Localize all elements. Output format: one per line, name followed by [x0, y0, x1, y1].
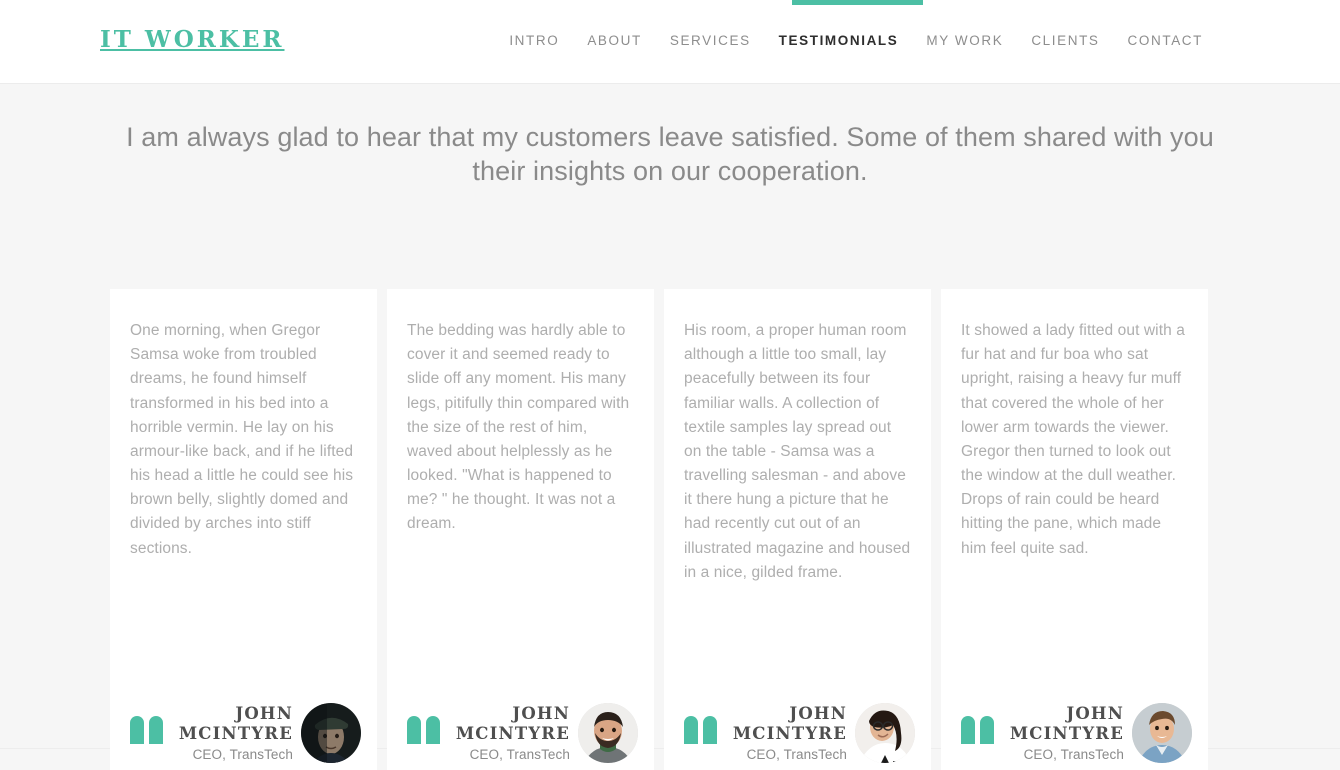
- testimonial-author-block: JOHN MCINTYRE CEO, TransTech: [995, 704, 1132, 763]
- testimonial-author-role: CEO, TransTech: [1023, 747, 1124, 763]
- avatar: [578, 703, 638, 763]
- nav-item-my-work[interactable]: MY WORK: [926, 34, 1003, 48]
- testimonial-author-name: JOHN MCINTYRE: [732, 703, 847, 743]
- testimonial-quote-text: One morning, when Gregor Samsa woke from…: [130, 322, 354, 557]
- testimonial-quote-text: The bedding was hardly able to cover it …: [407, 322, 630, 533]
- nav-item-contact[interactable]: CONTACT: [1128, 34, 1203, 48]
- site-header: IT WORKER INTRO ABOUT SERVICES TESTIMONI…: [0, 0, 1340, 84]
- quote-open-icon: [130, 716, 164, 746]
- testimonial-quote-text: It showed a lady fitted out with a fur h…: [961, 322, 1185, 557]
- quote-open-icon: [684, 716, 718, 746]
- testimonial-card-footer: JOHN MCINTYRE CEO, TransTech: [130, 699, 361, 767]
- avatar: [301, 703, 361, 763]
- testimonial-card: One morning, when Gregor Samsa woke from…: [110, 289, 377, 770]
- testimonial-author-name: JOHN MCINTYRE: [178, 703, 293, 743]
- testimonial-author-role: CEO, TransTech: [192, 747, 293, 763]
- nav-item-intro[interactable]: INTRO: [509, 34, 559, 48]
- nav-item-testimonials[interactable]: TESTIMONIALS: [779, 34, 899, 48]
- active-nav-marker: [792, 0, 923, 5]
- testimonial-author-block: JOHN MCINTYRE CEO, TransTech: [718, 704, 855, 763]
- testimonial-author-role: CEO, TransTech: [469, 747, 570, 763]
- testimonial-card-footer: JOHN MCINTYRE CEO, TransTech: [684, 699, 915, 767]
- testimonial-card: The bedding was hardly able to cover it …: [387, 289, 654, 770]
- main-navigation: INTRO ABOUT SERVICES TESTIMONIALS MY WOR…: [509, 34, 1203, 48]
- testimonials-section: I am always glad to hear that my custome…: [0, 84, 1340, 770]
- testimonial-card: It showed a lady fitted out with a fur h…: [941, 289, 1208, 770]
- nav-item-clients[interactable]: CLIENTS: [1031, 34, 1099, 48]
- testimonial-card-footer: JOHN MCINTYRE CEO, TransTech: [407, 699, 638, 767]
- avatar: [855, 703, 915, 763]
- nav-item-services[interactable]: SERVICES: [670, 34, 751, 48]
- testimonial-author-name: JOHN MCINTYRE: [455, 703, 570, 743]
- testimonial-card-footer: JOHN MCINTYRE CEO, TransTech: [961, 699, 1192, 767]
- site-logo[interactable]: IT WORKER: [100, 28, 285, 51]
- testimonial-author-name: JOHN MCINTYRE: [1009, 703, 1124, 743]
- testimonial-card: His room, a proper human room although a…: [664, 289, 931, 770]
- quote-open-icon: [961, 716, 995, 746]
- testimonial-author-block: JOHN MCINTYRE CEO, TransTech: [164, 704, 301, 763]
- testimonial-author-role: CEO, TransTech: [746, 747, 847, 763]
- avatar: [1132, 703, 1192, 763]
- nav-item-about[interactable]: ABOUT: [587, 34, 642, 48]
- testimonial-quote-text: His room, a proper human room although a…: [684, 322, 911, 581]
- testimonial-author-block: JOHN MCINTYRE CEO, TransTech: [441, 704, 578, 763]
- section-heading: I am always glad to hear that my custome…: [126, 122, 1214, 187]
- testimonial-cards-row: One morning, when Gregor Samsa woke from…: [110, 289, 1209, 770]
- quote-open-icon: [407, 716, 441, 746]
